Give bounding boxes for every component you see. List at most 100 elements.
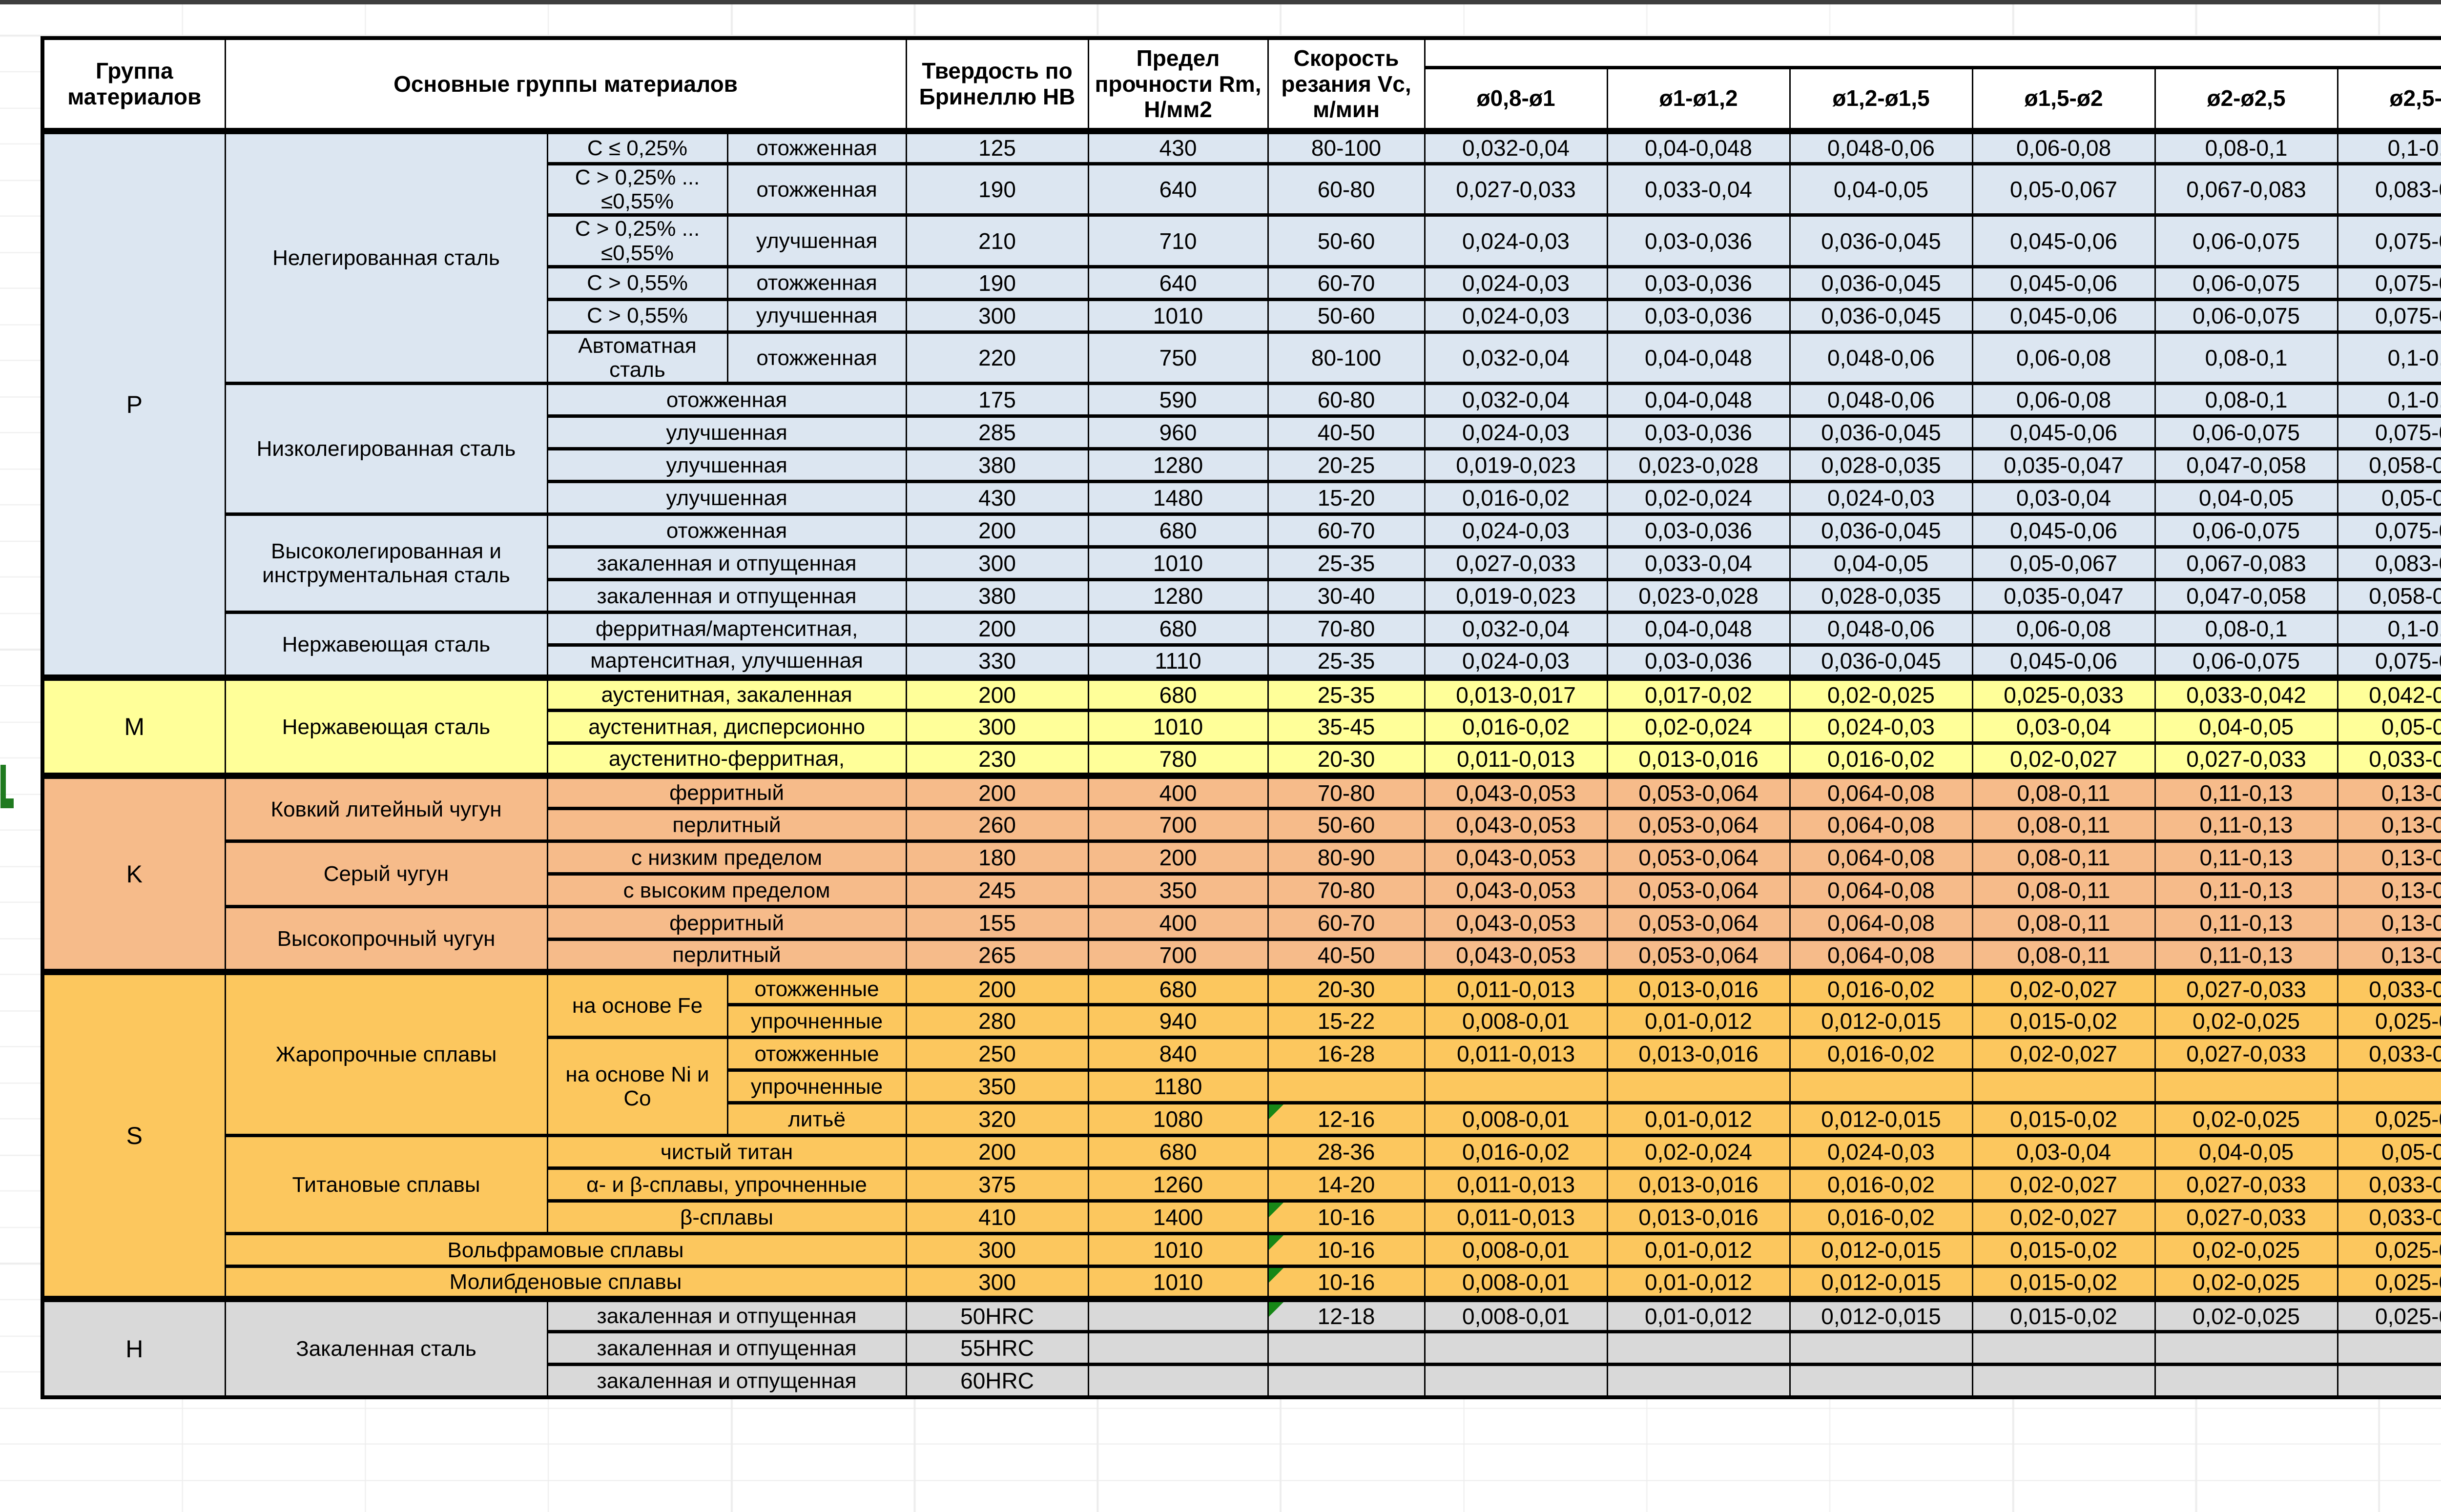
feed-cell[interactable]: 0,025-0,04 [2338,1234,2441,1267]
material-group-cell[interactable]: Высокопрочный чугун [225,907,547,972]
feed-cell[interactable]: 0,06-0,075 [2155,215,2338,267]
feed-cell[interactable]: 0,043-0,053 [1425,841,1607,874]
rm-cell[interactable]: 640 [1088,163,1268,215]
rm-cell[interactable]: 700 [1088,809,1268,841]
feed-cell[interactable]: 0,11-0,13 [2155,940,2338,972]
material-state-cell[interactable]: отожженные [727,1038,906,1070]
feed-cell[interactable]: 0,013-0,016 [1607,1168,1790,1201]
feed-cell[interactable]: 0,067-0,083 [2155,547,2338,580]
feed-cell[interactable]: 0,083-0,13 [2338,163,2441,215]
hb-cell[interactable]: 300 [906,547,1088,580]
vc-cell[interactable]: 40-50 [1268,416,1425,449]
material-subtype-cell[interactable]: ферритный [547,776,906,809]
material-state-cell[interactable]: отожженная [727,332,906,384]
feed-cell[interactable]: 0,08-0,11 [1972,809,2155,841]
feed-cell[interactable] [1790,1365,1972,1397]
feed-cell[interactable]: 0,019-0,023 [1425,449,1607,482]
vc-cell[interactable]: 10-16 [1268,1234,1425,1267]
rm-cell[interactable]: 960 [1088,416,1268,449]
feed-cell[interactable]: 0,08-0,11 [1972,874,2155,907]
rm-cell[interactable]: 1010 [1088,547,1268,580]
feed-cell[interactable]: 0,048-0,06 [1790,613,1972,645]
feed-cell[interactable]: 0,012-0,015 [1790,1267,1972,1299]
rm-cell[interactable]: 1010 [1088,299,1268,332]
feed-cell[interactable]: 0,01-0,012 [1607,1005,1790,1038]
feed-cell[interactable]: 0,013-0,016 [1607,972,1790,1005]
material-state-cell[interactable]: литьё [727,1103,906,1136]
material-subtype-cell[interactable]: Автоматная сталь [547,332,727,384]
vc-cell[interactable]: 25-35 [1268,645,1425,678]
feed-cell[interactable]: 0,013-0,016 [1607,743,1790,776]
feed-cell[interactable]: 0,008-0,01 [1425,1103,1607,1136]
feed-col-header[interactable]: ø1-ø1,2 [1607,67,1790,131]
rm-cell[interactable] [1088,1365,1268,1397]
feed-cell[interactable]: 0,06-0,075 [2155,299,2338,332]
feed-cell[interactable]: 0,012-0,015 [1790,1234,1972,1267]
feed-cell[interactable]: 0,08-0,11 [1972,940,2155,972]
rm-cell[interactable]: 1110 [1088,645,1268,678]
vc-cell[interactable]: 20-30 [1268,743,1425,776]
feed-cell[interactable]: 0,13-0,21 [2338,907,2441,940]
material-subtype-cell[interactable]: перлитный [547,809,906,841]
header-strength[interactable]: Предел прочности Rm, Н/мм2 [1088,38,1268,131]
feed-cell[interactable]: 0,11-0,13 [2155,841,2338,874]
feed-cell[interactable]: 0,06-0,08 [1972,613,2155,645]
feed-cell[interactable]: 0,03-0,04 [1972,711,2155,743]
feed-cell[interactable]: 0,06-0,08 [1972,384,2155,416]
feed-cell[interactable]: 0,053-0,064 [1607,841,1790,874]
feed-cell[interactable]: 0,11-0,13 [2155,907,2338,940]
material-subtype-cell[interactable]: с низким пределом [547,841,906,874]
feed-cell[interactable]: 0,033-0,053 [2338,1038,2441,1070]
vc-cell[interactable]: 60-70 [1268,266,1425,299]
feed-cell[interactable]: 0,13-0,21 [2338,940,2441,972]
hb-cell[interactable]: 180 [906,841,1088,874]
rm-cell[interactable]: 400 [1088,907,1268,940]
feed-cell[interactable]: 0,02-0,024 [1607,1136,1790,1168]
feed-cell[interactable]: 0,045-0,06 [1972,645,2155,678]
feed-cell[interactable]: 0,075-0,12 [2338,299,2441,332]
feed-cell[interactable]: 0,008-0,01 [1425,1299,1607,1332]
feed-cell[interactable]: 0,011-0,013 [1425,1201,1607,1234]
vc-cell[interactable]: 12-16 [1268,1103,1425,1136]
material-state-cell[interactable]: улучшенная [727,299,906,332]
feed-cell[interactable]: 0,03-0,036 [1607,266,1790,299]
rm-cell[interactable]: 1280 [1088,449,1268,482]
feed-cell[interactable]: 0,045-0,06 [1972,215,2155,267]
feed-cell[interactable]: 0,053-0,064 [1607,809,1790,841]
feed-cell[interactable]: 0,04-0,048 [1607,131,1790,163]
material-subtype-cell[interactable]: аустенитно-ферритная, [547,743,906,776]
feed-cell[interactable]: 0,024-0,03 [1425,645,1607,678]
hb-cell[interactable]: 330 [906,645,1088,678]
vc-cell[interactable]: 80-100 [1268,131,1425,163]
feed-col-header[interactable]: ø1,5-ø2 [1972,67,2155,131]
rm-cell[interactable]: 640 [1088,266,1268,299]
feed-cell[interactable]: 0,011-0,013 [1425,743,1607,776]
group-letter-cell[interactable]: M [42,678,225,776]
feed-cell[interactable]: 0,075-0,12 [2338,215,2441,267]
rm-cell[interactable]: 680 [1088,613,1268,645]
material-group-cell[interactable]: Жаропрочные сплавы [225,972,547,1136]
hb-cell[interactable]: 300 [906,299,1088,332]
rm-cell[interactable]: 680 [1088,514,1268,547]
feed-cell[interactable]: 0,025-0,04 [2338,1103,2441,1136]
hb-cell[interactable]: 220 [906,332,1088,384]
feed-cell[interactable] [1607,1365,1790,1397]
feed-cell[interactable]: 0,023-0,028 [1607,580,1790,613]
feed-cell[interactable]: 0,053-0,064 [1607,776,1790,809]
feed-cell[interactable]: 0,08-0,11 [1972,776,2155,809]
feed-cell[interactable]: 0,036-0,045 [1790,299,1972,332]
feed-cell[interactable]: 0,012-0,015 [1790,1299,1972,1332]
hb-cell[interactable]: 300 [906,1267,1088,1299]
feed-cell[interactable]: 0,11-0,13 [2155,874,2338,907]
feed-cell[interactable]: 0,053-0,064 [1607,940,1790,972]
feed-cell[interactable]: 0,036-0,045 [1790,514,1972,547]
feed-cell[interactable]: 0,032-0,04 [1425,131,1607,163]
hb-cell[interactable]: 300 [906,711,1088,743]
vc-cell[interactable]: 25-35 [1268,547,1425,580]
material-state-cell[interactable]: улучшенная [727,215,906,267]
material-state-cell[interactable]: отожженная [727,131,906,163]
feed-cell[interactable]: 0,033-0,04 [1607,163,1790,215]
hb-cell[interactable]: 230 [906,743,1088,776]
hb-cell[interactable]: 190 [906,266,1088,299]
feed-cell[interactable]: 0,04-0,048 [1607,384,1790,416]
